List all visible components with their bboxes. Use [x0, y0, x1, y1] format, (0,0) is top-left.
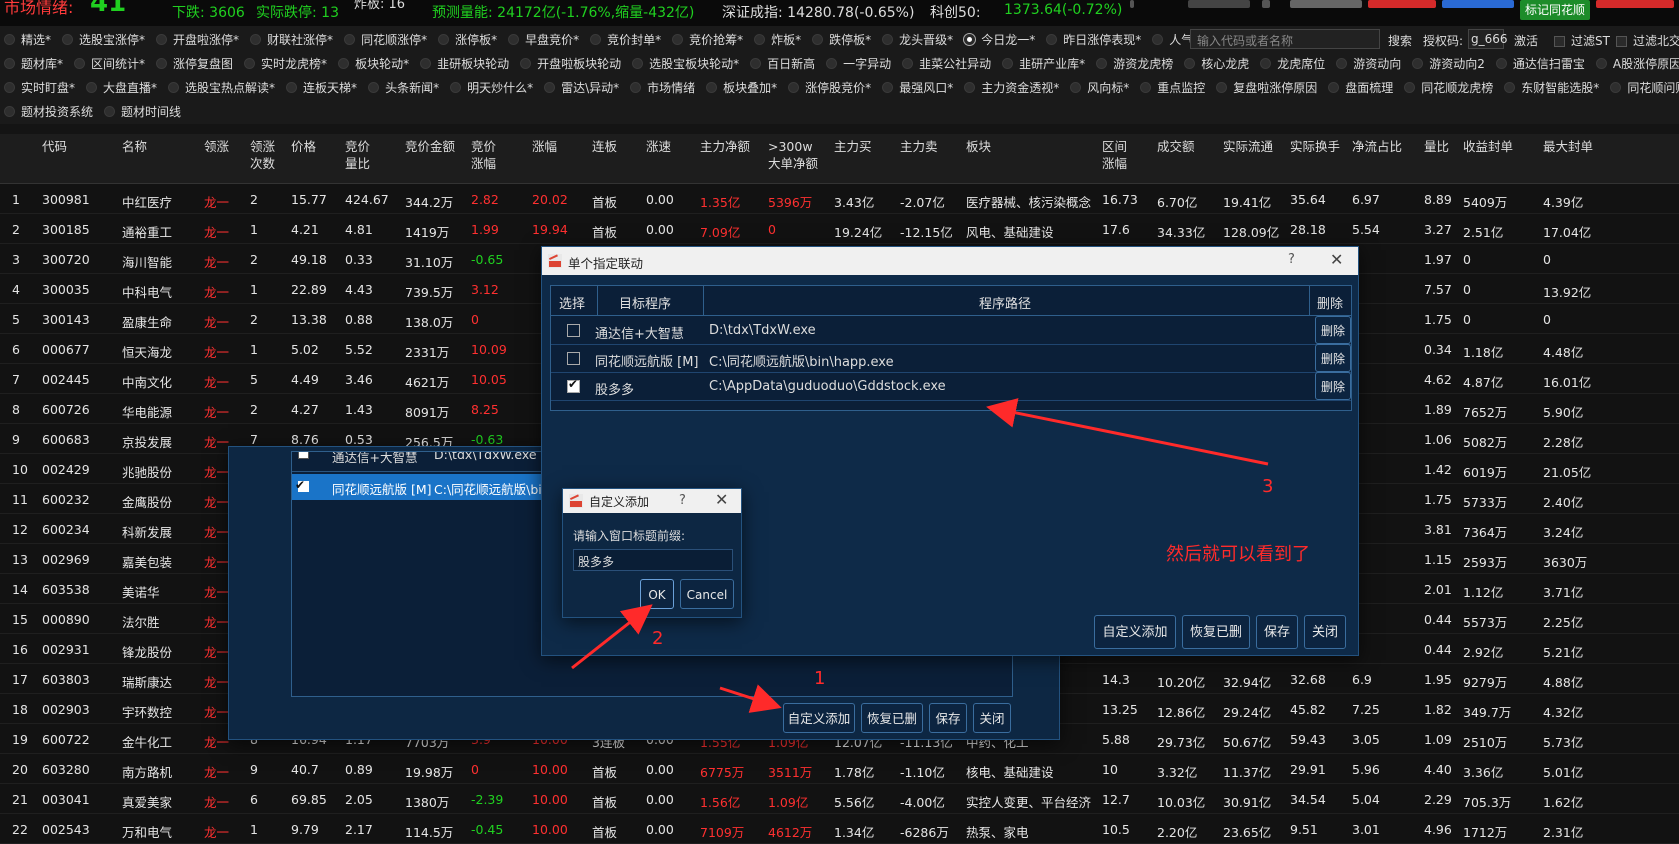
arrow-2	[571, 604, 653, 670]
annotation-2: 2	[652, 628, 664, 649]
annotation-note: 然后就可以看到了	[1166, 544, 1310, 565]
annotation-3: 3	[1262, 476, 1274, 497]
arrow-1	[719, 684, 782, 713]
annotation-layer	[571, 398, 1269, 713]
annotation-1: 1	[814, 668, 826, 689]
arrow-3	[986, 398, 1269, 466]
